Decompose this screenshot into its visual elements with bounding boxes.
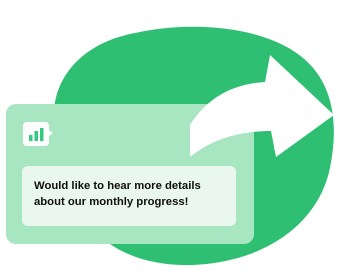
illustration: Would like to hear more details about ou…: [0, 0, 339, 271]
share-forward-arrow-icon: [190, 55, 334, 157]
